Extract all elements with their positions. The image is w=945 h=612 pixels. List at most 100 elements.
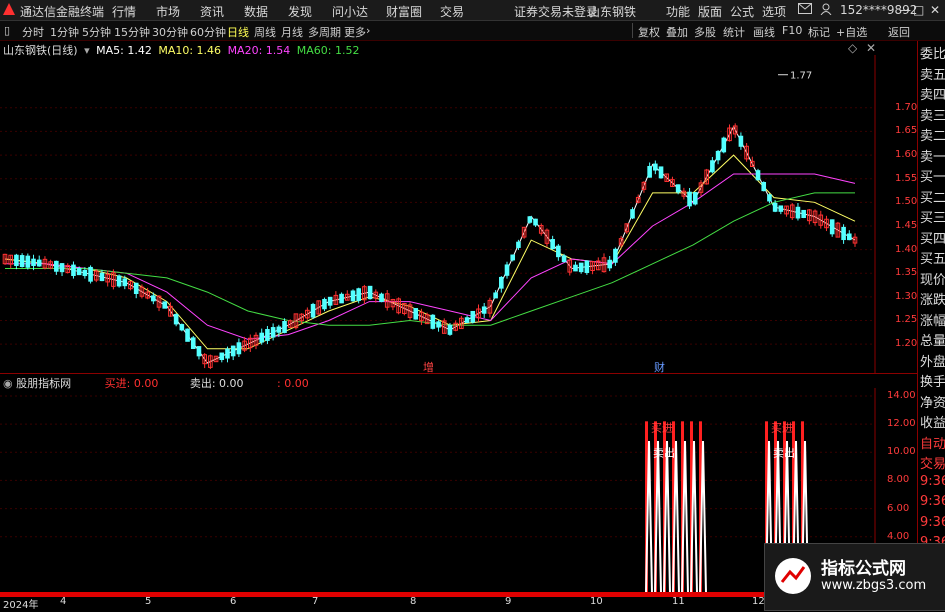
date-tick-label: 12 [752, 596, 765, 607]
tool-biaoji[interactable]: 标记 [808, 24, 830, 40]
candle-body [116, 275, 122, 287]
candle-body [19, 255, 25, 268]
candle-body [88, 266, 93, 282]
tool-fuquan[interactable]: 复权 [638, 24, 660, 40]
candle-body [527, 216, 533, 223]
side-panel-item[interactable]: 买五 [920, 248, 945, 267]
price-y-axis: 1.70 1.65 1.60 1.55 1.50 1.45 1.40 1.35 1.30 1.25… [875, 55, 917, 373]
stock-tab[interactable]: 山东钢铁 [588, 3, 636, 20]
menu-banmian[interactable]: 版面 [698, 3, 722, 20]
candle-body [350, 290, 356, 302]
candle-body [14, 254, 19, 267]
price-chart[interactable]: 1.771.12增财 [0, 55, 917, 373]
tool-tongji[interactable]: 统计 [723, 24, 745, 40]
candle-body [801, 209, 806, 218]
period-day[interactable]: 日线 [227, 24, 249, 40]
side-panel-item[interactable]: 卖一 [920, 146, 945, 165]
sell-signal-text: 卖出 [653, 446, 675, 460]
menu-wenxiaoda[interactable]: 问小达 [332, 3, 368, 20]
candle-body [310, 303, 316, 318]
side-panel-item[interactable]: 卖五 [920, 64, 945, 83]
date-tick-label: 11 [672, 596, 685, 607]
tool-fanhui[interactable]: 返回 [888, 24, 910, 40]
side-panel-item[interactable]: 净资 [920, 392, 945, 411]
side-panel-item[interactable]: 外盘 [920, 351, 945, 370]
side-panel-item[interactable]: 卖四 [920, 84, 945, 103]
period-month[interactable]: 月线 [281, 24, 303, 40]
period-week[interactable]: 周线 [254, 24, 276, 40]
candle-body [327, 296, 333, 306]
menu-gongneng[interactable]: 功能 [666, 3, 690, 20]
close-chart-icon[interactable]: ✕ [866, 41, 876, 55]
candle-body [413, 308, 419, 320]
period-fenshi[interactable]: 分时 [22, 24, 44, 40]
minimize-icon[interactable]: — [899, 3, 911, 17]
candle-body [173, 314, 179, 325]
mail-icon[interactable] [798, 3, 812, 17]
menu-xuanxiang[interactable]: 选项 [762, 3, 786, 20]
candle-body [151, 295, 156, 302]
tool-diejia[interactable]: 叠加 [666, 24, 688, 40]
side-panel-item[interactable]: 涨跌 [920, 289, 945, 308]
trade-login-notice[interactable]: 证券交易未登录 [514, 3, 598, 20]
period-5min[interactable]: 5分钟 [82, 24, 111, 40]
ma-line-ma60 [5, 192, 855, 326]
menu-shichang[interactable]: 市场 [156, 3, 180, 20]
tool-huaxian[interactable]: 画线 [753, 24, 775, 40]
side-panel-item[interactable]: 买三 [920, 207, 945, 226]
candle-body [464, 317, 470, 323]
side-panel-item[interactable]: 卖三 [920, 105, 945, 124]
date-tick-label: 8 [410, 596, 417, 607]
tool-duogu[interactable]: 多股 [694, 24, 716, 40]
side-panel-item[interactable]: 9:36 [920, 494, 945, 509]
side-panel-item[interactable]: 现价 [920, 269, 945, 288]
maximize-icon[interactable]: □ [913, 3, 924, 17]
candle-body [322, 298, 327, 310]
chevron-right-icon[interactable]: › [366, 24, 370, 37]
side-panel-item[interactable]: 涨幅 [920, 310, 945, 329]
close-icon[interactable]: ✕ [930, 3, 940, 17]
user-icon[interactable] [820, 3, 832, 18]
menu-shuju[interactable]: 数据 [244, 3, 268, 20]
menu-faxian[interactable]: 发现 [288, 3, 312, 20]
price-tick-label: 1.55 [895, 172, 918, 184]
price-tick-label: 1.60 [895, 149, 918, 161]
menu-jiaoyi[interactable]: 交易 [440, 3, 464, 20]
side-panel-item[interactable]: 买二 [920, 187, 945, 206]
period-15min[interactable]: 15分钟 [114, 24, 150, 40]
candle-body [133, 282, 139, 295]
side-panel-item[interactable]: 卖二 [920, 125, 945, 144]
menu-zixun[interactable]: 资讯 [200, 3, 224, 20]
watermark-title: 指标公式网 [821, 559, 906, 579]
side-panel-item[interactable]: 买四 [920, 228, 945, 247]
period-1min[interactable]: 1分钟 [50, 24, 79, 40]
side-panel-item[interactable]: 委比 [920, 43, 945, 62]
period-multi[interactable]: 多周期 [308, 24, 341, 40]
side-panel-item[interactable]: 9:36 [920, 515, 945, 530]
candle-body [607, 259, 612, 269]
menu-hangqing[interactable]: 行情 [112, 3, 136, 20]
candle-body [339, 293, 344, 304]
period-more[interactable]: 更多 [344, 24, 366, 40]
side-panel-item[interactable]: 买一 [920, 166, 945, 185]
side-panel-item[interactable]: 总量 [920, 330, 945, 349]
settings-diamond-icon[interactable]: ◇ [848, 41, 857, 55]
toolbar-expand-icon[interactable]: ▯ [4, 24, 10, 37]
side-panel-item[interactable]: 交易 [920, 453, 945, 472]
tool-zixuan[interactable]: +自选 [836, 24, 867, 40]
menu-gongshi[interactable]: 公式 [730, 3, 754, 20]
candle-body [82, 269, 88, 277]
candle-body [841, 226, 846, 241]
period-60min[interactable]: 60分钟 [190, 24, 226, 40]
period-30min[interactable]: 30分钟 [152, 24, 188, 40]
side-panel-item[interactable]: 换手 [920, 371, 945, 390]
menu-caifuquan[interactable]: 财富圈 [386, 3, 422, 20]
indicator-tick-label: 4.00 [887, 530, 910, 542]
side-panel-item[interactable]: 收益 [920, 412, 945, 431]
app-title: 通达信金融终端 [20, 5, 105, 19]
side-panel-item[interactable]: 9:36 [920, 474, 945, 489]
candle-body [59, 263, 65, 273]
side-panel-item[interactable]: 自动 [920, 433, 945, 452]
buy-signal-text: 买进 [651, 421, 673, 434]
tool-f10[interactable]: F10 [782, 24, 802, 37]
